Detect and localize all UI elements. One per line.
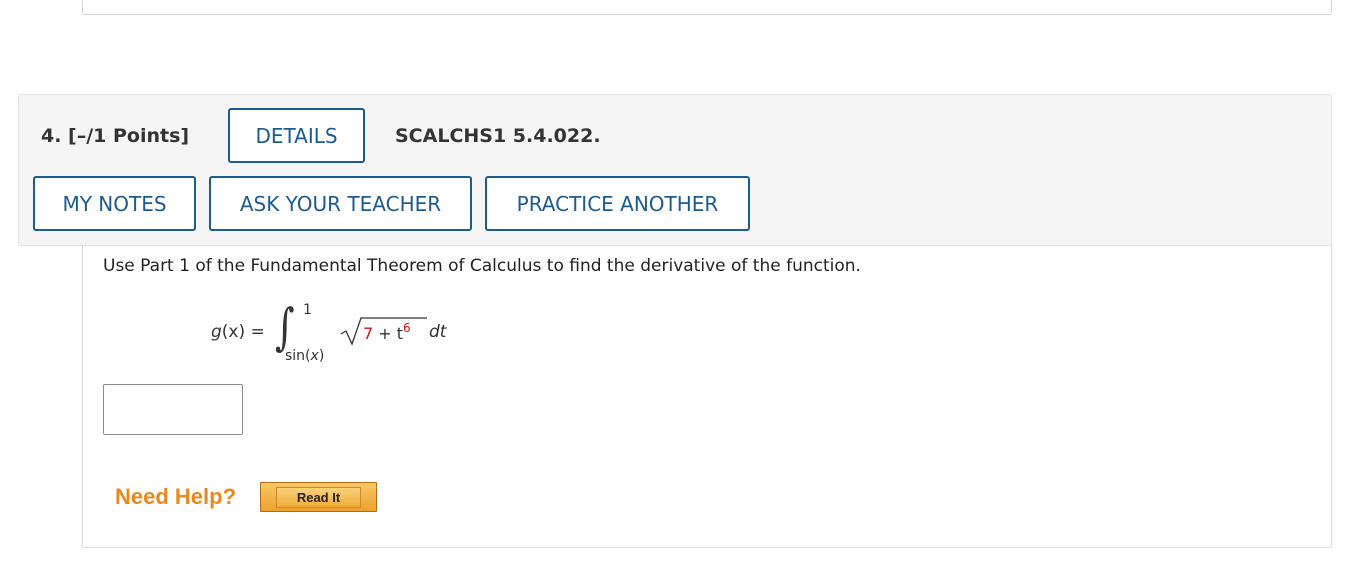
formula-lhs: g(x) = (211, 322, 265, 342)
formula-function-name: g (211, 322, 222, 342)
answer-input[interactable] (103, 384, 243, 435)
read-it-label: Read It (275, 486, 362, 508)
integral-upper-limit: 1 (303, 302, 312, 318)
question-number-points: 4. [–/1 Points] (41, 125, 190, 147)
radicand-exponent: 6 (403, 321, 411, 335)
need-help-label: Need Help? (115, 484, 237, 509)
question-code: SCALCHS1 5.4.022. (395, 125, 601, 147)
integral-lower-limit: sin(x) (285, 348, 325, 364)
previous-question-card (82, 0, 1332, 15)
radicand: 7 + t6 (363, 321, 411, 343)
my-notes-button[interactable]: MY NOTES (33, 176, 196, 231)
read-it-button[interactable]: Read It (260, 482, 377, 512)
radicand-constant: 7 (363, 324, 374, 343)
radicand-operator: + (373, 324, 397, 343)
question-prompt: Use Part 1 of the Fundamental Theorem of… (103, 256, 861, 276)
practice-another-button[interactable]: PRACTICE ANOTHER (485, 176, 750, 231)
integral-sign-icon: ∫ (275, 298, 295, 356)
function-formula: g(x) = ∫ 1 sin(x) 7 + t6 dt (205, 296, 505, 376)
details-button[interactable]: DETAILS (228, 108, 365, 163)
formula-differential: dt (429, 322, 447, 342)
formula-lhs-arg: (x) = (221, 322, 265, 342)
ask-teacher-button[interactable]: ASK YOUR TEACHER (209, 176, 472, 231)
question-header: 4. [–/1 Points] DETAILS SCALCHS1 5.4.022… (18, 94, 1332, 246)
